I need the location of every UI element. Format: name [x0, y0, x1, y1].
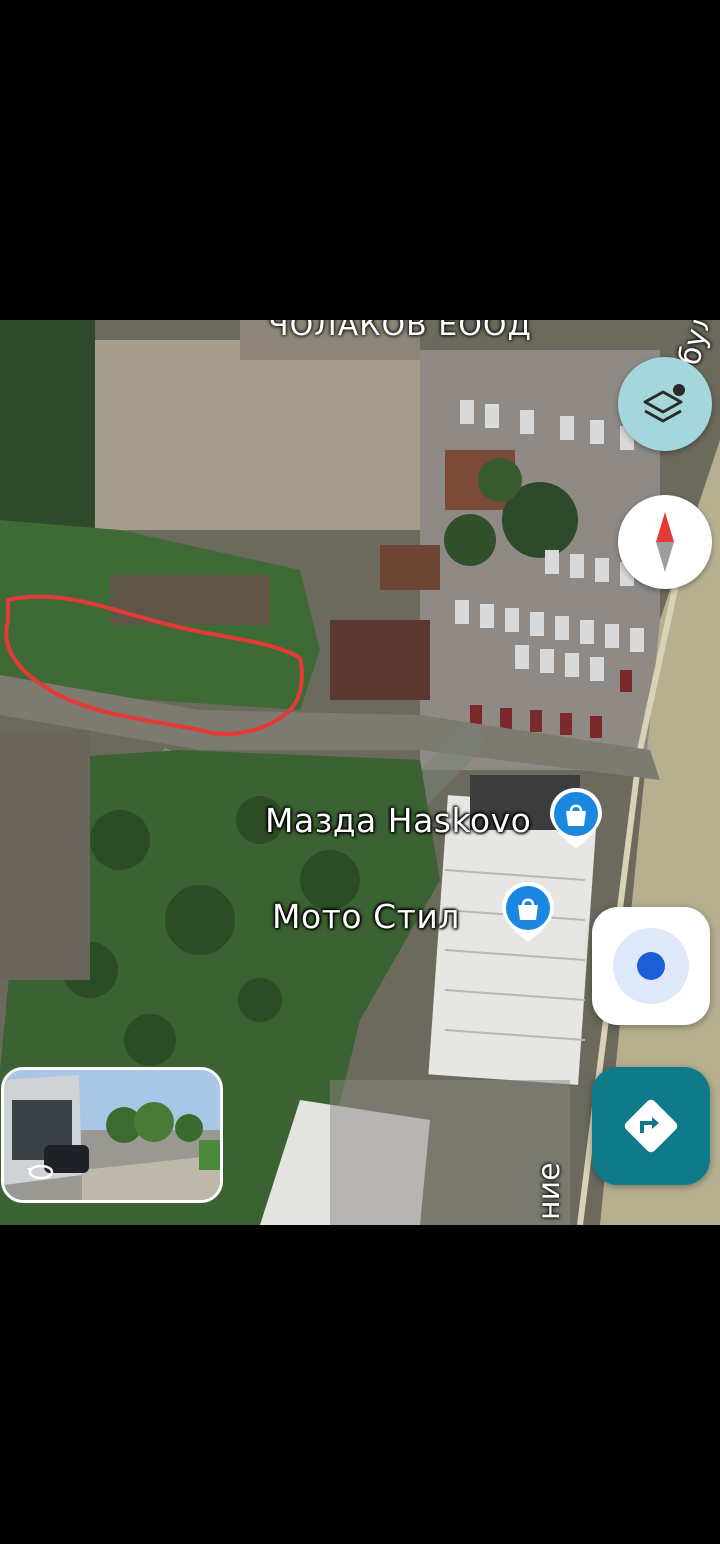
shopping-bag-icon[interactable] — [548, 786, 604, 850]
rotate-360-icon — [27, 1164, 54, 1180]
compass-button[interactable] — [618, 495, 712, 589]
my-location-button[interactable] — [592, 907, 710, 1025]
street-view-thumbnail[interactable] — [1, 1067, 223, 1203]
business-label-top[interactable]: ЧОЛАКОВ ЕООД — [268, 320, 532, 343]
street-label-bottom: ние — [532, 1162, 567, 1220]
map-view[interactable]: ЧОЛАКОВ ЕООД бул. Васил Левски ние Мазда… — [0, 320, 720, 1225]
poi-label-mazda[interactable]: Мазда Haskovo — [265, 801, 531, 840]
directions-icon — [624, 1099, 678, 1153]
my-location-icon — [613, 928, 689, 1004]
layers-icon — [643, 384, 685, 423]
poi-label-moto-stil[interactable]: Мото Стил — [272, 897, 460, 936]
layers-button[interactable] — [618, 357, 712, 451]
directions-button[interactable] — [592, 1067, 710, 1185]
compass-icon — [656, 512, 674, 572]
shopping-bag-icon[interactable] — [500, 880, 556, 944]
